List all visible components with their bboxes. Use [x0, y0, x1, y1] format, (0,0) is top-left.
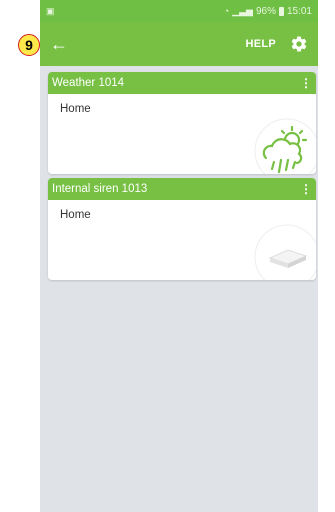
- step-number-badge: 9: [18, 34, 40, 56]
- signal-icon: ▁▃▅: [232, 5, 253, 16]
- battery-level: 96%: [255, 5, 276, 17]
- card-body: Home: [48, 200, 316, 280]
- back-arrow-icon[interactable]: ←: [50, 34, 74, 55]
- battery-icon: [278, 6, 284, 16]
- device-card-siren[interactable]: Internal siren 1013 ⋮ Home: [48, 178, 316, 280]
- card-header: Weather 1014 ⋮: [48, 72, 316, 94]
- wifi-icon: ◔: [223, 6, 230, 16]
- device-title: Internal siren 1013: [52, 183, 148, 195]
- weather-icon: [254, 118, 316, 174]
- device-location: Home: [60, 209, 91, 221]
- device-location: Home: [60, 103, 91, 115]
- app-bar: ← HELP: [40, 22, 318, 66]
- more-vert-icon[interactable]: ⋮: [300, 182, 312, 196]
- device-title: Weather 1014: [52, 77, 125, 89]
- card-body: Home: [48, 94, 316, 174]
- device-list: Weather 1014 ⋮ Home Internal siren 1013 …: [48, 72, 316, 284]
- screenshot-icon: ▣: [46, 5, 55, 16]
- device-card-weather[interactable]: Weather 1014 ⋮ Home: [48, 72, 316, 174]
- gear-icon[interactable]: [290, 35, 308, 53]
- more-vert-icon[interactable]: ⋮: [300, 76, 312, 90]
- card-header: Internal siren 1013 ⋮: [48, 178, 316, 200]
- status-bar: ▣ ◔ ▁▃▅ 96% 15:01: [40, 0, 318, 22]
- phone-screen: ▣ ◔ ▁▃▅ 96% 15:01 ← HELP Weather 1014 ⋮ …: [40, 0, 318, 512]
- help-button[interactable]: HELP: [245, 38, 276, 50]
- siren-icon: [254, 224, 316, 280]
- clock: 15:01: [286, 5, 312, 17]
